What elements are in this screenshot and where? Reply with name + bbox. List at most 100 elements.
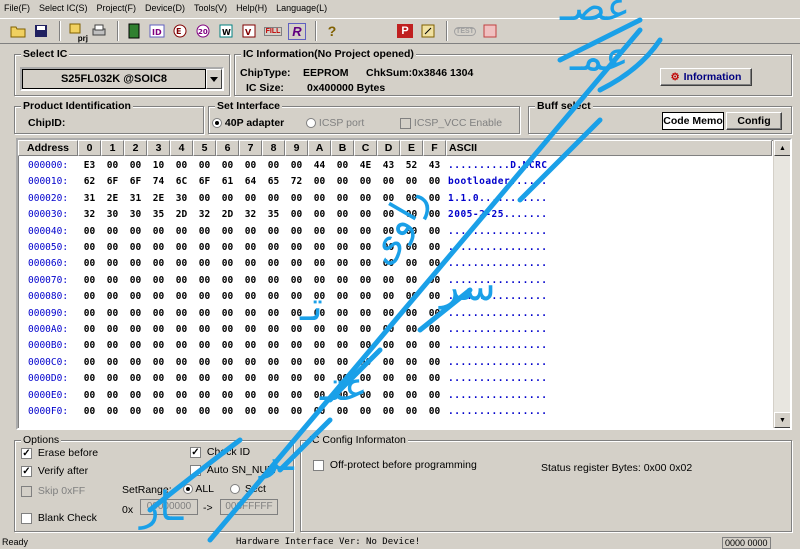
hex-cell[interactable]: 00	[170, 306, 193, 322]
hex-editor[interactable]: Address 0 1 2 3 4 5 6 7 8 9 A B C D E F …	[16, 138, 792, 430]
hex-cell[interactable]: 00	[239, 273, 262, 289]
hex-cell[interactable]: 00	[124, 273, 147, 289]
hex-cell[interactable]: 00	[262, 240, 285, 256]
table-row[interactable]: 000060: 00 00 00 00 00 00 00 00 00 00 00 00 00 00 00 00.…	[18, 256, 568, 272]
hex-cell[interactable]: 00	[216, 191, 239, 207]
hex-cell[interactable]: 00	[124, 338, 147, 354]
scroll-up-icon[interactable]: ▲	[774, 140, 790, 156]
hex-cell[interactable]: 00	[147, 404, 170, 420]
hex-cell[interactable]: 00	[400, 174, 423, 190]
check-icsp-vcc[interactable]: ICSP_VCC Enable	[400, 117, 502, 129]
hex-cell[interactable]: 00	[193, 371, 216, 387]
hex-cell[interactable]: 00	[170, 338, 193, 354]
fill-icon[interactable]: FILL	[262, 21, 284, 41]
hex-cell[interactable]: 00	[78, 355, 101, 371]
hex-cell[interactable]: 00	[377, 338, 400, 354]
hex-cell[interactable]: 00	[377, 404, 400, 420]
range-sect-radio[interactable]: Sect	[230, 483, 266, 495]
hex-cell[interactable]: 00	[101, 322, 124, 338]
blank-check-icon[interactable]: 20	[193, 21, 213, 41]
table-row[interactable]: 000050: 00 00 00 00 00 00 00 00 00 00 00 00 00 00 00 00.…	[18, 240, 568, 256]
hex-cell[interactable]: 2D	[170, 207, 193, 223]
hex-cell[interactable]: 00	[400, 388, 423, 404]
hex-cell[interactable]: 00	[101, 256, 124, 272]
hex-cell[interactable]: 00	[239, 158, 262, 174]
hex-cell[interactable]: 00	[147, 256, 170, 272]
hex-cell[interactable]: 00	[193, 355, 216, 371]
hex-cell[interactable]: 00	[78, 224, 101, 240]
hex-cell[interactable]: 00	[193, 289, 216, 305]
hex-cell[interactable]: 00	[216, 158, 239, 174]
hex-cell[interactable]: 00	[423, 388, 446, 404]
hex-cell[interactable]: 00	[147, 289, 170, 305]
hex-cell[interactable]: 00	[101, 289, 124, 305]
hex-cell[interactable]: 00	[308, 191, 331, 207]
hex-cell[interactable]: 00	[354, 355, 377, 371]
hex-cell[interactable]: 00	[78, 322, 101, 338]
hex-cell[interactable]: 00	[331, 404, 354, 420]
chip-icon[interactable]	[124, 21, 144, 41]
hex-cell[interactable]: 00	[78, 256, 101, 272]
open-folder-icon[interactable]	[8, 21, 28, 41]
hex-cell[interactable]: 00	[285, 289, 308, 305]
hex-cell[interactable]: 00	[331, 289, 354, 305]
hex-cell[interactable]: 00	[262, 224, 285, 240]
menu-file[interactable]: File(F)	[4, 0, 30, 16]
hex-cell[interactable]: 61	[216, 174, 239, 190]
hex-cell[interactable]: 00	[124, 256, 147, 272]
hex-cell[interactable]: 00	[170, 355, 193, 371]
hex-cell[interactable]: 00	[354, 207, 377, 223]
menu-help[interactable]: Help(H)	[236, 0, 267, 16]
hex-cell[interactable]: 32	[193, 207, 216, 223]
hex-cell[interactable]: 00	[400, 322, 423, 338]
hex-cell[interactable]: 00	[354, 322, 377, 338]
hex-cell[interactable]: 00	[170, 224, 193, 240]
hex-cell[interactable]: 43	[377, 158, 400, 174]
hex-cell[interactable]: 00	[377, 355, 400, 371]
hex-cell[interactable]: 00	[331, 224, 354, 240]
menu-select-ic[interactable]: Select IC(S)	[39, 0, 88, 16]
hex-cell[interactable]: 31	[78, 191, 101, 207]
edit-icon[interactable]	[418, 21, 438, 41]
hex-cell[interactable]: 00	[308, 174, 331, 190]
hex-cell[interactable]: 31	[124, 191, 147, 207]
hex-cell[interactable]: 35	[262, 207, 285, 223]
hex-cell[interactable]: 00	[354, 224, 377, 240]
hex-cell[interactable]: 00	[124, 355, 147, 371]
hex-cell[interactable]: 00	[262, 289, 285, 305]
hex-cell[interactable]: 6F	[101, 174, 124, 190]
menu-project[interactable]: Project(F)	[97, 0, 137, 16]
check-id-option[interactable]: ✓ Check ID	[190, 446, 250, 458]
hex-cell[interactable]: 00	[400, 224, 423, 240]
hex-cell[interactable]: 00	[262, 322, 285, 338]
ic-select-dropdown[interactable]: S25FL032K @SOIC8	[20, 67, 224, 91]
hex-cell[interactable]: 00	[308, 355, 331, 371]
hex-cell[interactable]: 00	[147, 355, 170, 371]
hex-cell[interactable]: 00	[423, 322, 446, 338]
table-row[interactable]: 000030: 32 30 30 35 2D 32 2D 32 35 00 00 00 00 00 00 00 2…	[18, 207, 568, 223]
hex-cell[interactable]: 00	[262, 355, 285, 371]
hex-cell[interactable]: 00	[331, 273, 354, 289]
hex-cell[interactable]: 00	[147, 338, 170, 354]
chevron-down-icon[interactable]	[206, 69, 222, 89]
hex-cell[interactable]: 00	[377, 240, 400, 256]
hex-cell[interactable]: 00	[331, 338, 354, 354]
hex-cell[interactable]: 4E	[354, 158, 377, 174]
hex-cell[interactable]: 00	[423, 371, 446, 387]
hex-cell[interactable]: 00	[354, 404, 377, 420]
hex-cell[interactable]: 10	[147, 158, 170, 174]
hex-cell[interactable]: 00	[331, 388, 354, 404]
hex-cell[interactable]: 43	[423, 158, 446, 174]
erase-before-option[interactable]: ✓ Erase before	[21, 447, 98, 459]
hex-cell[interactable]: 00	[354, 371, 377, 387]
hex-cell[interactable]: 00	[147, 306, 170, 322]
verify-after-option[interactable]: ✓ Verify after	[21, 465, 88, 477]
hex-cell[interactable]: 00	[193, 404, 216, 420]
hex-cell[interactable]: 00	[285, 338, 308, 354]
auto-sn-option[interactable]: Auto SN_NUM	[190, 464, 276, 476]
hex-cell[interactable]: 00	[285, 256, 308, 272]
hex-cell[interactable]: 00	[101, 224, 124, 240]
table-row[interactable]: 0000B0: 00 00 00 00 00 00 00 00 00 00 00 00 00 00 00 00.…	[18, 338, 568, 354]
project-icon[interactable]: prj	[66, 21, 88, 43]
hex-cell[interactable]: 62	[78, 174, 101, 190]
